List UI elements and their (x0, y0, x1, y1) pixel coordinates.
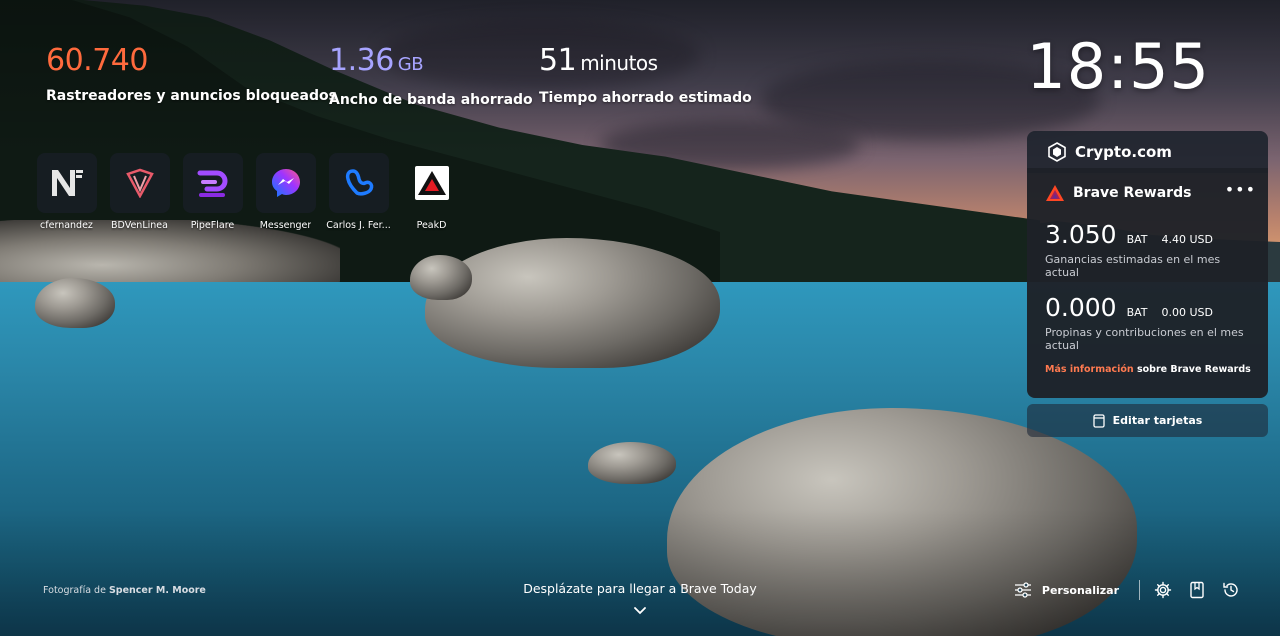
earnings-usd: 4.40 USD (1161, 233, 1214, 246)
site-tile[interactable] (255, 153, 316, 213)
brave-rewards-widget: Brave Rewards ••• 3.050 BAT 4.40 USD Gan… (1027, 168, 1268, 398)
rewards-header: Brave Rewards (1045, 184, 1250, 202)
more-info-link[interactable]: Más información (1045, 364, 1134, 375)
stat-trackers: 60.740 Rastreadores y anuncios bloqueado… (46, 43, 337, 105)
time-unit: minutos (580, 51, 658, 75)
more-info-rest: sobre Brave Rewards (1133, 364, 1251, 375)
rewards-info: Más información sobre Brave Rewards (1045, 364, 1251, 375)
time-value-wrap: 51 minutos (539, 44, 752, 80)
crypto-com-label: Crypto.com (1075, 143, 1172, 161)
top-site-bdvenlinea[interactable]: BDVenLinea (103, 153, 176, 231)
site-label: Carlos J. Fer... (326, 220, 391, 231)
bandwidth-label: Ancho de banda ahorrado (329, 92, 533, 108)
site-tile[interactable] (414, 166, 449, 200)
gear-icon (1154, 581, 1172, 599)
chevron-down-icon[interactable] (633, 606, 647, 616)
top-site-cfernandez[interactable]: cfernandez (30, 153, 103, 231)
site-tile[interactable] (109, 153, 170, 213)
footer-actions: Personalizar (1014, 580, 1240, 600)
top-site-messenger[interactable]: Messenger (249, 153, 322, 231)
peakd-logo-icon (417, 171, 446, 195)
settings-button[interactable] (1154, 581, 1172, 599)
personalize-label: Personalizar (1041, 583, 1119, 597)
earnings-unit: BAT (1126, 233, 1148, 246)
site-tile[interactable] (182, 153, 243, 213)
time-label: Tiempo ahorrado estimado (539, 90, 752, 106)
earnings-description: Ganancias estimadas en el mes actual (1045, 253, 1221, 279)
crypto-com-logo-icon (1048, 142, 1066, 162)
heart-logo-icon (345, 169, 373, 196)
history-icon (1223, 582, 1238, 597)
edit-cards-button[interactable]: Editar tarjetas (1027, 404, 1268, 437)
bat-logo-icon (1046, 185, 1064, 201)
footer-divider (1139, 580, 1140, 600)
top-site-peakd[interactable]: PeakD (395, 153, 468, 231)
site-label: PipeFlare (190, 220, 235, 231)
earnings-row: 3.050 BAT 4.40 USD (1045, 220, 1250, 249)
trackers-label: Rastreadores y anuncios bloqueados (46, 88, 337, 104)
personalize-button[interactable]: Personalizar (1014, 582, 1119, 598)
n-logo-icon (51, 170, 83, 196)
tips-amount: 0.000 (1045, 293, 1117, 322)
site-label: Messenger (259, 220, 312, 231)
tips-unit: BAT (1126, 306, 1148, 319)
pipeflare-logo-icon (197, 170, 227, 197)
site-label: cfernandez (40, 220, 93, 231)
stat-bandwidth: 1.36 GB Ancho de banda ahorrado (329, 44, 533, 109)
edit-cards-label: Editar tarjetas (1112, 414, 1203, 427)
bandwidth-unit: GB (397, 54, 424, 75)
site-tile[interactable] (328, 153, 389, 213)
rewards-more-button[interactable]: ••• (1225, 180, 1256, 199)
cards-icon (1093, 413, 1105, 428)
tips-usd: 0.00 USD (1161, 306, 1214, 319)
earnings-amount: 3.050 (1045, 220, 1117, 249)
bandwidth-value-wrap: 1.36 GB (329, 44, 533, 82)
bandwidth-value: 1.36 (329, 43, 394, 78)
rewards-title: Brave Rewards (1073, 185, 1192, 201)
bdv-logo-icon (125, 168, 154, 198)
bookmarks-button[interactable] (1188, 581, 1206, 599)
site-label: PeakD (416, 220, 447, 231)
tips-description: Propinas y contribuciones en el mes actu… (1045, 326, 1244, 352)
trackers-count: 60.740 (46, 43, 148, 78)
top-sites: cfernandez BDVenLinea PipeFlare Messenge… (30, 153, 468, 231)
messenger-logo-icon (271, 169, 300, 197)
stat-time: 51 minutos Tiempo ahorrado estimado (539, 44, 752, 107)
crypto-com-widget-tab[interactable]: Crypto.com (1027, 131, 1268, 173)
top-site-pipeflare[interactable]: PipeFlare (176, 153, 249, 231)
history-button[interactable] (1222, 581, 1240, 599)
site-label: BDVenLinea (111, 220, 168, 231)
clock: 18:55 (1026, 30, 1210, 103)
bookmark-icon (1190, 581, 1204, 599)
top-site-carlos[interactable]: Carlos J. Fer... (322, 153, 395, 231)
sliders-icon (1014, 582, 1031, 598)
time-value: 51 (539, 43, 577, 78)
tips-row: 0.000 BAT 0.00 USD (1045, 293, 1250, 322)
site-tile[interactable] (36, 153, 97, 213)
